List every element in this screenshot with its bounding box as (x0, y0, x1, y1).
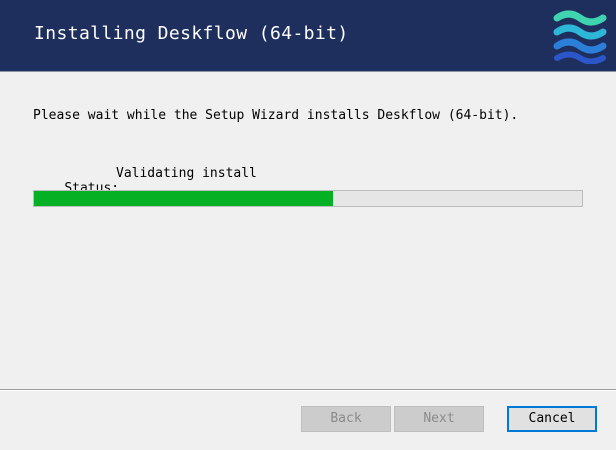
status-value: Validating install (116, 166, 257, 181)
installer-header: Installing Deskflow (64-bit) (0, 0, 616, 72)
intro-text: Please wait while the Setup Wizard insta… (33, 108, 519, 123)
cancel-button[interactable]: Cancel (507, 406, 597, 432)
progress-bar (33, 190, 583, 207)
footer-divider (0, 389, 616, 391)
back-button[interactable]: Back (301, 406, 391, 432)
next-button[interactable]: Next (394, 406, 484, 432)
installer-dialog: Installing Deskflow (64-bit) Please wait… (0, 0, 616, 450)
page-title: Installing Deskflow (64-bit) (34, 23, 349, 44)
progress-bar-fill (34, 191, 333, 206)
deskflow-waves-icon (553, 10, 607, 64)
